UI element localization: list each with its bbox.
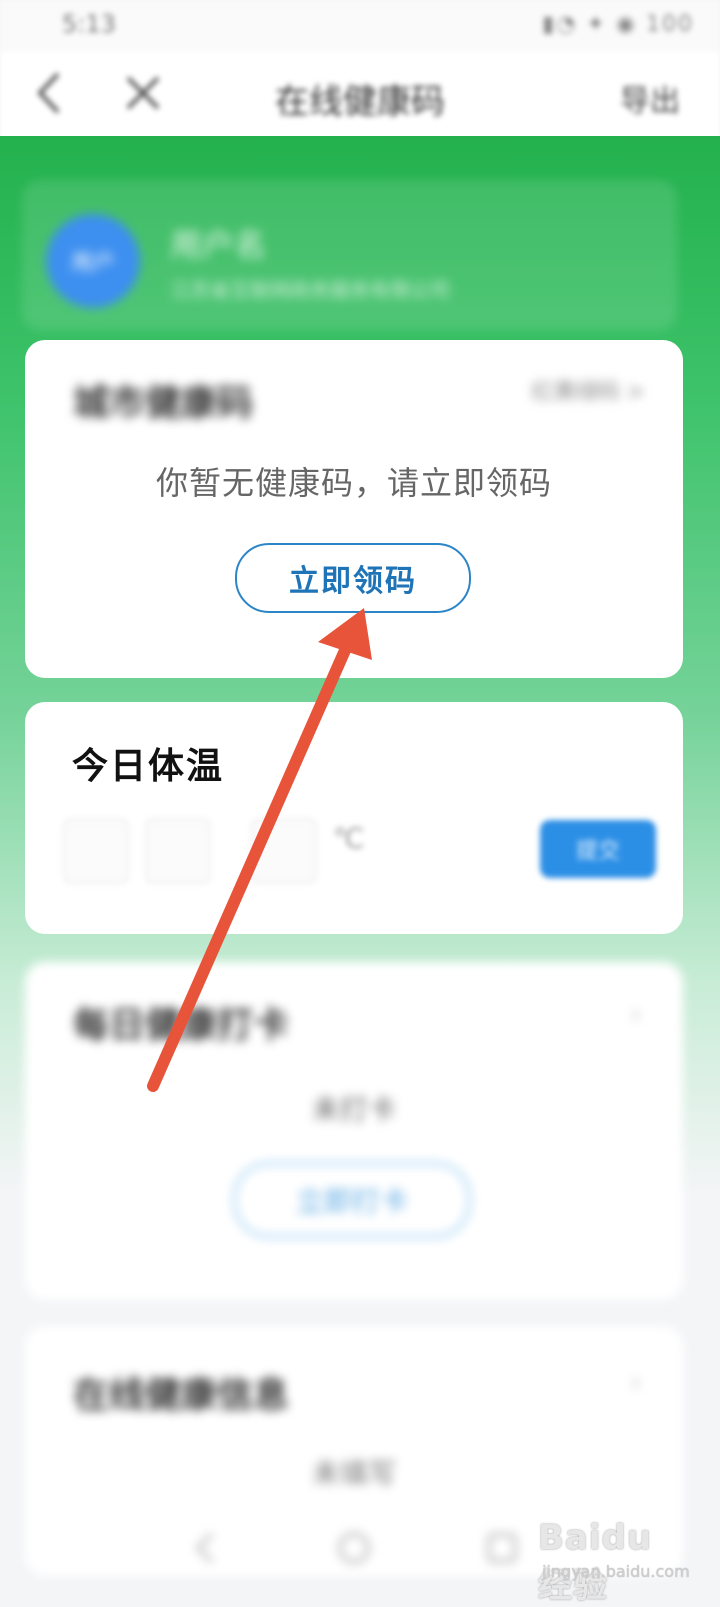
status-bar: 5:13 ▮◔ ✦ ◉ 100 bbox=[0, 0, 720, 50]
checkin-status: 未打卡 bbox=[311, 1093, 396, 1126]
health-code-card-link[interactable]: 红黄绿码 > bbox=[532, 374, 645, 406]
watermark-url: jingyan.baidu.com bbox=[542, 1562, 690, 1581]
checkin-title: 每日健康打卡 bbox=[73, 1005, 290, 1046]
checkin-button[interactable]: 立即打卡 bbox=[233, 1162, 471, 1238]
app-header: 在线健康码 导出 bbox=[0, 50, 720, 140]
checkin-card: 每日健康打卡 › 未打卡 立即打卡 bbox=[25, 962, 683, 1300]
user-name: 用户名 bbox=[170, 226, 267, 264]
no-code-message: 你暂无健康码，请立即领码 bbox=[155, 464, 552, 502]
status-time: 5:13 bbox=[62, 10, 116, 38]
health-code-card-title: 城市健康码 bbox=[73, 383, 254, 424]
nav-back-icon[interactable] bbox=[186, 1528, 226, 1568]
user-card: 用户 用户名 江苏省互联网政务服务有限公司 bbox=[22, 180, 677, 330]
temperature-digit-2[interactable] bbox=[145, 818, 211, 884]
nav-home-icon[interactable] bbox=[334, 1528, 374, 1568]
health-info-title: 在线健康信息 bbox=[73, 1375, 290, 1416]
chevron-right-icon[interactable]: › bbox=[631, 1368, 641, 1398]
user-organization: 江苏省互联网政务服务有限公司 bbox=[170, 278, 450, 302]
temperature-digit-3[interactable] bbox=[251, 818, 317, 884]
claim-code-button[interactable]: 立即领码 bbox=[235, 543, 471, 613]
temperature-title: 今日体温 bbox=[72, 745, 225, 787]
chevron-right-icon[interactable]: › bbox=[631, 1000, 641, 1030]
page-title: 在线健康码 bbox=[275, 82, 445, 122]
temperature-card: 今日体温 ℃ 提交 bbox=[25, 702, 683, 934]
health-info-status: 未填写 bbox=[311, 1457, 396, 1490]
status-icons: ▮◔ ✦ ◉ 100 bbox=[542, 12, 694, 37]
avatar: 用户 bbox=[46, 214, 140, 308]
health-code-card: 城市健康码 红黄绿码 > 你暂无健康码，请立即领码 立即领码 bbox=[25, 340, 683, 678]
nav-recents-icon[interactable] bbox=[482, 1528, 522, 1568]
export-button[interactable]: 导出 bbox=[620, 76, 680, 120]
baidu-watermark: Baidu经验 jingyan.baidu.com bbox=[538, 1518, 690, 1606]
temperature-submit-button[interactable]: 提交 bbox=[540, 820, 656, 878]
temperature-unit: ℃ bbox=[333, 822, 365, 855]
temperature-digit-1[interactable] bbox=[63, 818, 129, 884]
